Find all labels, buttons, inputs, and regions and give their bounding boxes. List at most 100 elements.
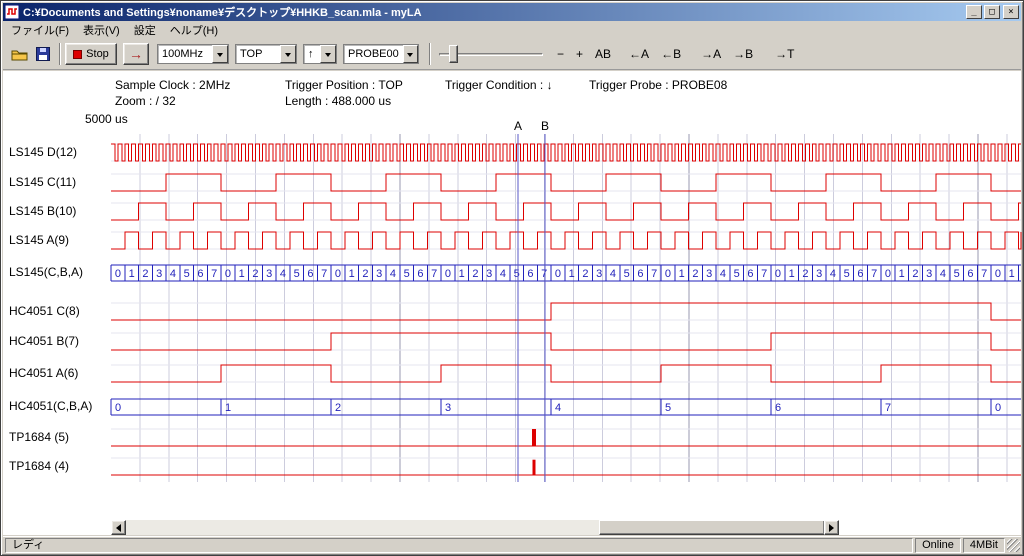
channel-hc4051-b-7 <box>111 333 1021 350</box>
svg-text:1: 1 <box>349 268 355 280</box>
svg-text:1: 1 <box>459 268 465 280</box>
channel-hc4051-c-8 <box>111 303 1021 320</box>
channel-ls145-c-b-a: 0123456701234567012345670123456701234567… <box>111 265 1021 281</box>
svg-text:1: 1 <box>899 268 905 280</box>
channel-ls145-b-10 <box>111 203 1021 220</box>
svg-text:4: 4 <box>940 268 946 280</box>
svg-text:4: 4 <box>830 268 836 280</box>
scroll-right-button[interactable] <box>824 520 839 535</box>
status-online-badge: Online <box>915 538 961 553</box>
svg-text:5: 5 <box>624 268 630 280</box>
channel-ls145-d-12 <box>111 144 1021 161</box>
svg-text:0: 0 <box>225 268 231 280</box>
svg-text:1: 1 <box>789 268 795 280</box>
resize-grip[interactable] <box>1007 539 1020 552</box>
status-ready-text: レディ <box>5 538 913 553</box>
svg-text:3: 3 <box>706 268 712 280</box>
svg-text:6: 6 <box>307 268 313 280</box>
svg-text:4: 4 <box>170 268 176 280</box>
svg-text:0: 0 <box>555 268 561 280</box>
svg-text:2: 2 <box>582 268 588 280</box>
svg-text:3: 3 <box>445 402 451 414</box>
svg-text:3: 3 <box>156 268 162 280</box>
svg-text:3: 3 <box>596 268 602 280</box>
svg-text:1: 1 <box>239 268 245 280</box>
svg-text:0: 0 <box>115 402 121 414</box>
svg-text:6: 6 <box>417 268 423 280</box>
svg-text:6: 6 <box>527 268 533 280</box>
svg-text:3: 3 <box>486 268 492 280</box>
signal-pulse <box>532 429 536 446</box>
svg-text:2: 2 <box>335 402 341 414</box>
svg-text:7: 7 <box>541 268 547 280</box>
svg-text:1: 1 <box>569 268 575 280</box>
svg-text:1: 1 <box>129 268 135 280</box>
svg-text:0: 0 <box>115 268 121 280</box>
scroll-left-button[interactable] <box>111 520 126 535</box>
svg-text:2: 2 <box>252 268 258 280</box>
svg-text:7: 7 <box>431 268 437 280</box>
svg-text:5: 5 <box>734 268 740 280</box>
signal-pulse <box>533 460 536 475</box>
channel-hc4051-a-6 <box>111 365 1021 382</box>
svg-text:0: 0 <box>995 268 1001 280</box>
svg-text:6: 6 <box>197 268 203 280</box>
app-window: C:¥Documents and Settings¥noname¥デスクトップ¥… <box>0 0 1024 556</box>
svg-text:2: 2 <box>692 268 698 280</box>
svg-text:0: 0 <box>665 268 671 280</box>
status-memory-badge: 4MBit <box>963 538 1005 553</box>
svg-text:0: 0 <box>775 268 781 280</box>
channel-tp1684-4 <box>111 460 1021 475</box>
svg-text:6: 6 <box>775 402 781 414</box>
channel-ls145-a-9 <box>111 232 1021 249</box>
waveform-plot[interactable]: 0123456701234567012345670123456701234567… <box>1 1 1024 556</box>
svg-text:3: 3 <box>376 268 382 280</box>
svg-text:6: 6 <box>967 268 973 280</box>
svg-text:4: 4 <box>390 268 396 280</box>
waveform-grid <box>111 134 1021 482</box>
svg-text:7: 7 <box>651 268 657 280</box>
svg-text:1: 1 <box>679 268 685 280</box>
svg-text:3: 3 <box>926 268 932 280</box>
svg-text:0: 0 <box>885 268 891 280</box>
channel-tp1684-5 <box>111 429 1021 446</box>
svg-text:4: 4 <box>555 402 561 414</box>
statusbar: レディ Online 4MBit <box>3 536 1021 553</box>
horizontal-scrollbar[interactable] <box>111 520 839 535</box>
svg-text:2: 2 <box>142 268 148 280</box>
svg-text:4: 4 <box>500 268 506 280</box>
channel-ls145-c-11 <box>111 174 1021 191</box>
svg-text:3: 3 <box>266 268 272 280</box>
svg-text:1: 1 <box>225 402 231 414</box>
svg-text:0: 0 <box>995 402 1001 414</box>
arrow-left-icon <box>112 524 121 532</box>
svg-text:5: 5 <box>184 268 190 280</box>
arrow-right-icon <box>829 524 838 532</box>
svg-text:5: 5 <box>294 268 300 280</box>
svg-text:2: 2 <box>362 268 368 280</box>
scrollbar-thumb[interactable] <box>599 520 825 535</box>
svg-text:7: 7 <box>321 268 327 280</box>
svg-text:6: 6 <box>637 268 643 280</box>
svg-text:7: 7 <box>761 268 767 280</box>
svg-text:5: 5 <box>404 268 410 280</box>
svg-text:4: 4 <box>610 268 616 280</box>
svg-text:6: 6 <box>857 268 863 280</box>
svg-text:0: 0 <box>445 268 451 280</box>
svg-text:7: 7 <box>211 268 217 280</box>
svg-text:2: 2 <box>802 268 808 280</box>
svg-text:1: 1 <box>1009 268 1015 280</box>
svg-text:5: 5 <box>954 268 960 280</box>
channel-hc4051-c-b-a: 0 1 2 3 4 5 6 7 0 <box>111 399 1021 415</box>
svg-text:6: 6 <box>747 268 753 280</box>
svg-text:7: 7 <box>885 402 891 414</box>
svg-text:5: 5 <box>665 402 671 414</box>
svg-text:5: 5 <box>514 268 520 280</box>
svg-text:2: 2 <box>912 268 918 280</box>
svg-text:2: 2 <box>472 268 478 280</box>
svg-text:7: 7 <box>871 268 877 280</box>
svg-text:7: 7 <box>981 268 987 280</box>
svg-text:4: 4 <box>280 268 286 280</box>
svg-text:4: 4 <box>720 268 726 280</box>
cursor-lines[interactable] <box>518 134 545 482</box>
